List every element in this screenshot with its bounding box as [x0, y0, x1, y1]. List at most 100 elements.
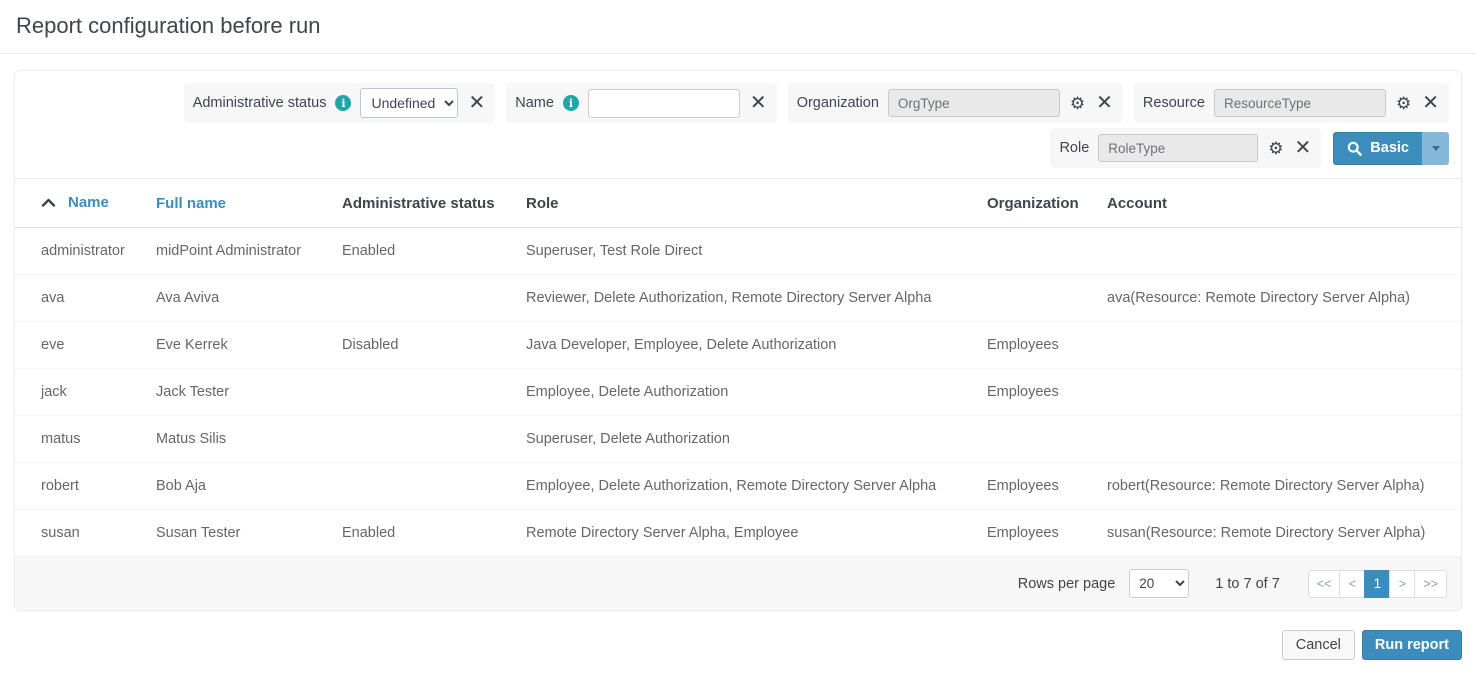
- page-header: Report configuration before run: [0, 0, 1476, 54]
- cell-account: susan(Resource: Remote Directory Server …: [1099, 510, 1461, 557]
- cancel-button[interactable]: Cancel: [1282, 630, 1355, 660]
- cell-administrative-status: [334, 463, 518, 510]
- cell-full-name: Bob Aja: [148, 463, 334, 510]
- pagination-last-button[interactable]: >>: [1414, 570, 1447, 598]
- basic-search-label: Basic: [1370, 140, 1409, 156]
- resource-settings-button[interactable]: ⚙: [1395, 95, 1412, 112]
- action-bar: Cancel Run report: [0, 611, 1476, 679]
- results-table: Name Full name Administrative status Rol…: [15, 179, 1461, 556]
- cell-administrative-status: [334, 416, 518, 463]
- table-row: administrator midPoint Administrator Ena…: [15, 228, 1461, 275]
- column-header-administrative-status: Administrative status: [334, 179, 518, 228]
- cell-name: matus: [15, 416, 148, 463]
- clear-administrative-status-button[interactable]: ✕: [467, 93, 486, 113]
- filter-name: Name i ✕: [506, 83, 776, 123]
- search-icon: [1347, 141, 1362, 156]
- cell-account: robert(Resource: Remote Directory Server…: [1099, 463, 1461, 510]
- filter-resource: Resource ⚙ ✕: [1134, 83, 1449, 123]
- cell-full-name: Eve Kerrek: [148, 322, 334, 369]
- cell-role: Employee, Delete Authorization: [518, 369, 979, 416]
- filter-label-name: Name: [515, 95, 554, 111]
- column-link-name[interactable]: Name: [68, 194, 109, 211]
- info-icon: i: [335, 95, 351, 111]
- run-report-button[interactable]: Run report: [1362, 630, 1462, 660]
- cell-full-name: midPoint Administrator: [148, 228, 334, 275]
- column-header-role: Role: [518, 179, 979, 228]
- close-icon: ✕: [1422, 92, 1439, 114]
- role-settings-button[interactable]: ⚙: [1267, 140, 1284, 157]
- organization-type-input: [888, 89, 1060, 117]
- filter-label-administrative-status: Administrative status: [193, 95, 327, 111]
- report-preview-panel: Administrative status i Undefined ✕ Name…: [14, 70, 1462, 611]
- cell-name: eve: [15, 322, 148, 369]
- column-header-full-name: Full name: [148, 179, 334, 228]
- administrative-status-select[interactable]: Undefined: [360, 88, 458, 118]
- basic-search-button[interactable]: Basic: [1333, 132, 1422, 165]
- table-row: susan Susan Tester Enabled Remote Direct…: [15, 510, 1461, 557]
- table-header: Name Full name Administrative status Rol…: [15, 179, 1461, 228]
- cell-account: [1099, 228, 1461, 275]
- close-icon: ✕: [1295, 137, 1312, 159]
- column-header-account: Account: [1099, 179, 1461, 228]
- search-mode-dropdown-toggle[interactable]: [1422, 132, 1449, 165]
- search-filter-bar: Administrative status i Undefined ✕ Name…: [15, 71, 1461, 179]
- table-row: matus Matus Silis Superuser, Delete Auth…: [15, 416, 1461, 463]
- cell-organization: [979, 416, 1099, 463]
- cell-name: ava: [15, 275, 148, 322]
- cell-name: robert: [15, 463, 148, 510]
- clear-role-button[interactable]: ✕: [1294, 138, 1313, 158]
- pagination-next-button[interactable]: >: [1389, 570, 1415, 598]
- gear-icon: ⚙: [1396, 94, 1411, 113]
- cell-full-name: Susan Tester: [148, 510, 334, 557]
- resource-type-input: [1214, 89, 1386, 117]
- clear-organization-button[interactable]: ✕: [1095, 93, 1114, 113]
- cell-organization: Employees: [979, 510, 1099, 557]
- filter-label-organization: Organization: [797, 95, 879, 111]
- close-icon: ✕: [1096, 92, 1113, 114]
- rows-per-page-label: Rows per page: [1018, 576, 1116, 592]
- cell-role: Java Developer, Employee, Delete Authori…: [518, 322, 979, 369]
- info-icon: i: [563, 95, 579, 111]
- filter-role: Role ⚙ ✕: [1050, 128, 1321, 168]
- pagination-first-button[interactable]: <<: [1308, 570, 1341, 598]
- cell-organization: Employees: [979, 463, 1099, 510]
- clear-resource-button[interactable]: ✕: [1421, 93, 1440, 113]
- cell-name: jack: [15, 369, 148, 416]
- rows-per-page-select[interactable]: 20: [1129, 569, 1189, 598]
- cell-organization: Employees: [979, 369, 1099, 416]
- cell-administrative-status: Enabled: [334, 510, 518, 557]
- filter-row-1: Administrative status i Undefined ✕ Name…: [184, 83, 1449, 123]
- cell-role: Superuser, Test Role Direct: [518, 228, 979, 275]
- pagination-previous-button[interactable]: <: [1339, 570, 1365, 598]
- close-icon: ✕: [750, 92, 767, 114]
- clear-name-button[interactable]: ✕: [749, 93, 768, 113]
- cell-role: Reviewer, Delete Authorization, Remote D…: [518, 275, 979, 322]
- chevron-down-icon: [1432, 146, 1440, 151]
- cell-name: susan: [15, 510, 148, 557]
- cell-administrative-status: [334, 275, 518, 322]
- cell-organization: [979, 228, 1099, 275]
- organization-settings-button[interactable]: ⚙: [1069, 95, 1086, 112]
- sort-ascending-icon[interactable]: [41, 197, 56, 208]
- pagination-page-1-button[interactable]: 1: [1364, 570, 1390, 598]
- cell-organization: [979, 275, 1099, 322]
- cell-organization: Employees: [979, 322, 1099, 369]
- cell-full-name: Matus Silis: [148, 416, 334, 463]
- table-row: ava Ava Aviva Reviewer, Delete Authoriza…: [15, 275, 1461, 322]
- cell-account: [1099, 369, 1461, 416]
- column-link-full-name[interactable]: Full name: [156, 195, 226, 212]
- page-title: Report configuration before run: [16, 13, 1460, 39]
- table-row: eve Eve Kerrek Disabled Java Developer, …: [15, 322, 1461, 369]
- table-footer: Rows per page 20 1 to 7 of 7 << < 1 > >>: [15, 556, 1461, 610]
- cell-account: [1099, 322, 1461, 369]
- filter-row-2: Role ⚙ ✕ Basic: [1050, 128, 1449, 168]
- name-filter-input[interactable]: [588, 89, 740, 118]
- search-split-button: Basic: [1333, 132, 1449, 165]
- close-icon: ✕: [468, 92, 485, 114]
- gear-icon: ⚙: [1070, 94, 1085, 113]
- cell-full-name: Jack Tester: [148, 369, 334, 416]
- cell-administrative-status: Disabled: [334, 322, 518, 369]
- filter-label-resource: Resource: [1143, 95, 1205, 111]
- cell-role: Employee, Delete Authorization, Remote D…: [518, 463, 979, 510]
- cell-administrative-status: Enabled: [334, 228, 518, 275]
